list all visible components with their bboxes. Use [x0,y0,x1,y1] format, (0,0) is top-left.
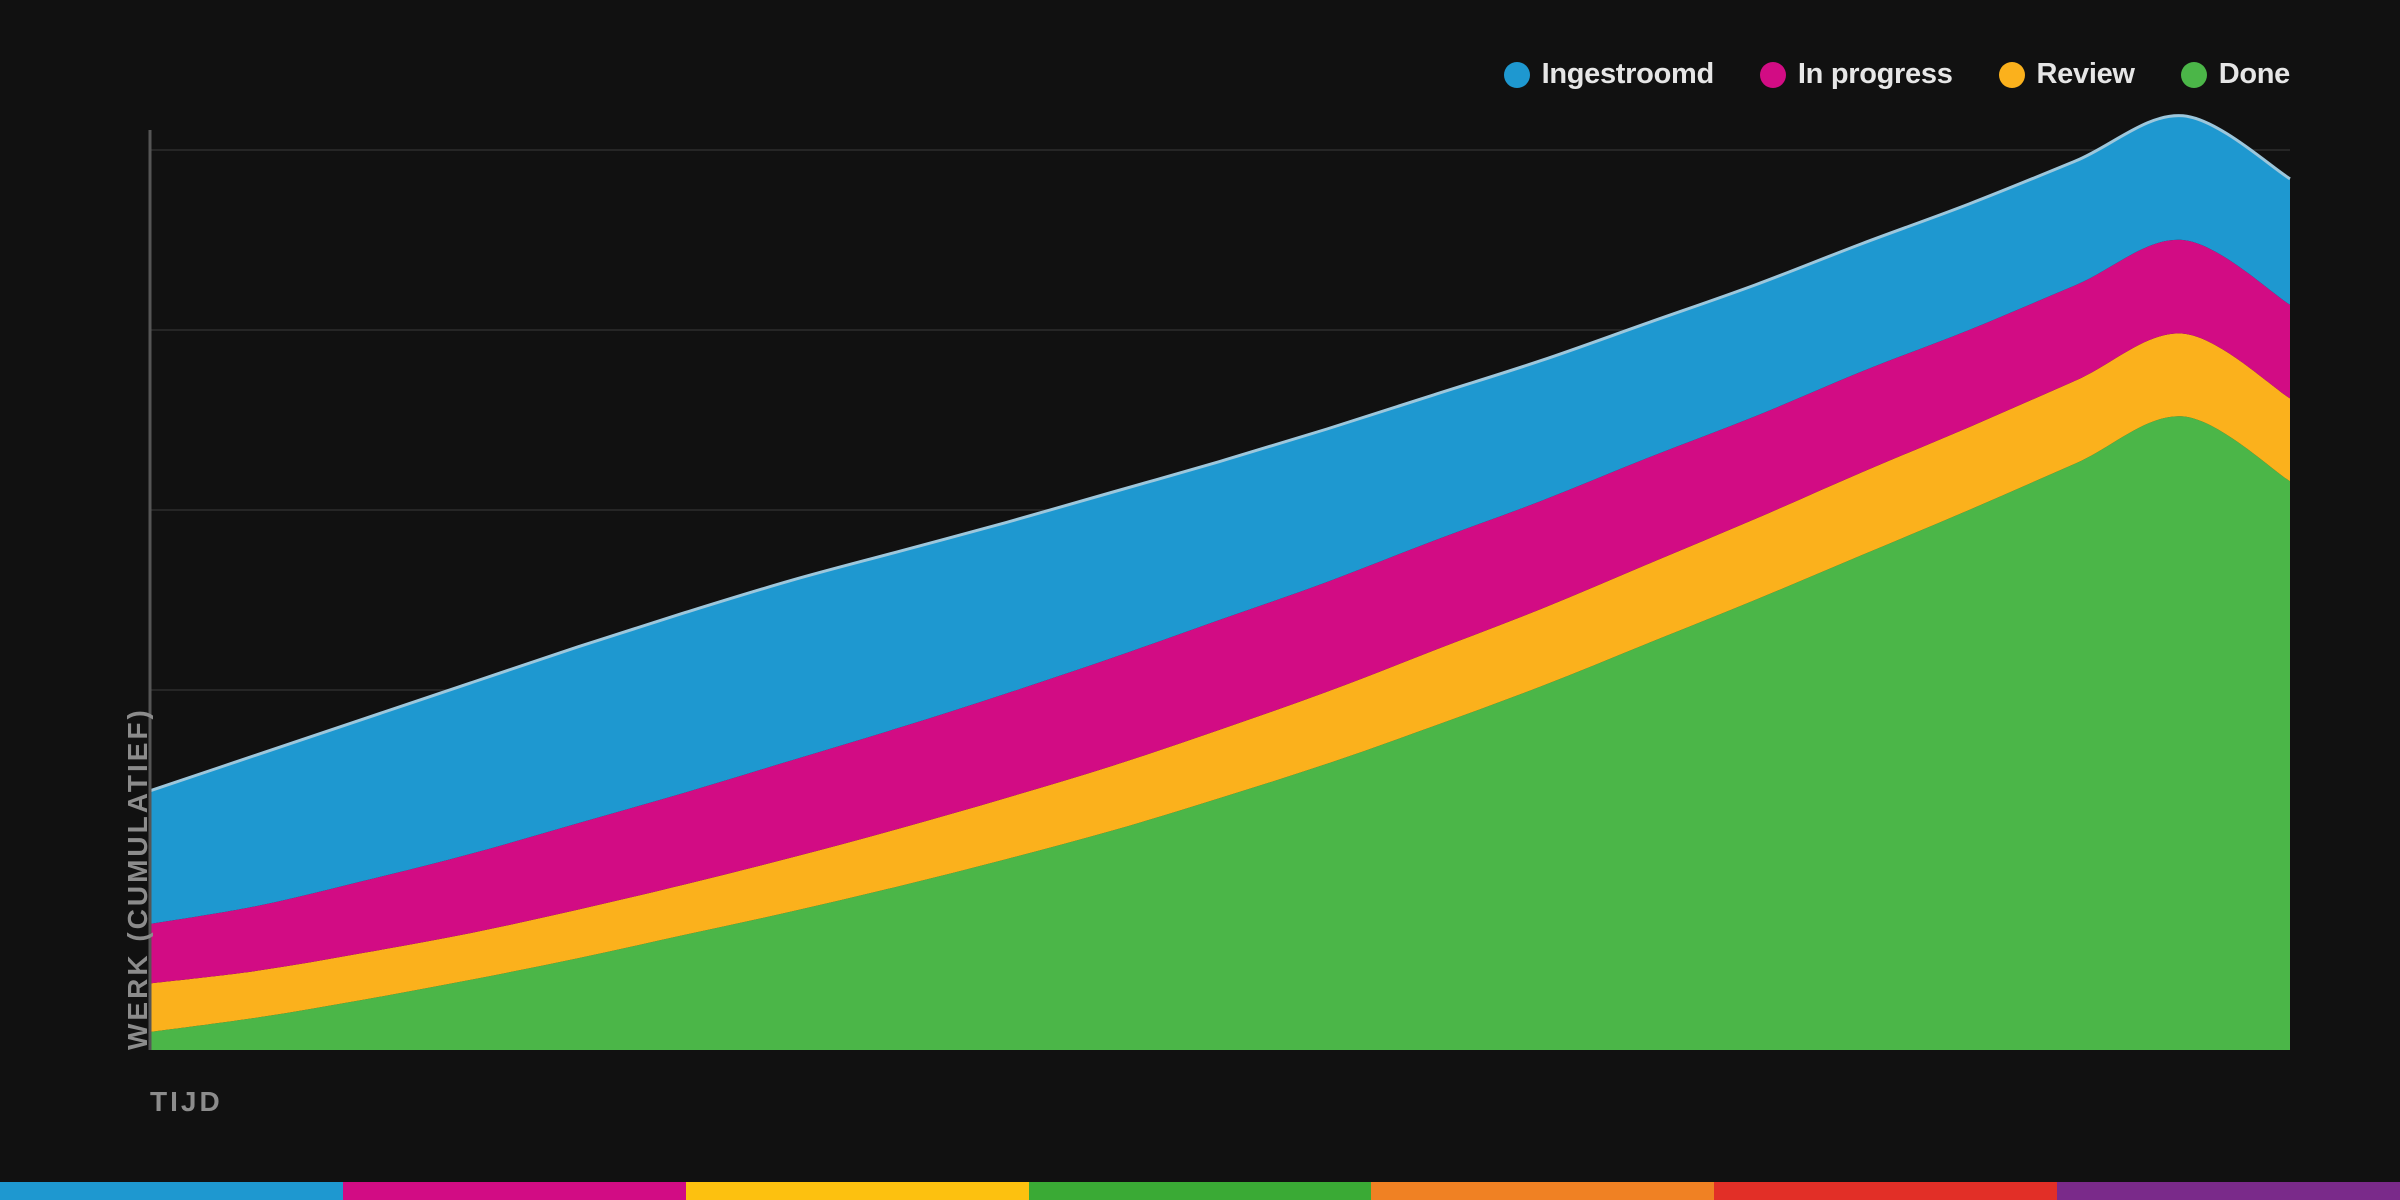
legend-swatch [2180,61,2207,88]
legend-swatch [1503,61,1530,88]
stripe-segment [1028,1182,1372,1200]
legend: Ingestroomd In progress Review Done [1503,58,2291,91]
legend-item-in-progress[interactable]: In progress [1759,58,1953,91]
x-axis-label: TIJD [150,1086,223,1117]
legend-swatch [1759,61,1786,88]
brand-color-stripe [0,1182,2400,1200]
cumulative-flow-chart [148,114,2291,1050]
legend-label: In progress [1797,58,1953,90]
legend-item-ingestroomd[interactable]: Ingestroomd [1503,58,1715,91]
legend-label: Done [2218,58,2291,90]
y-axis-label: WERK (CUMULATIEF) [122,707,153,1050]
legend-label: Review [2036,58,2135,90]
area-series [150,115,2290,1050]
stripe-segment [1714,1182,2058,1200]
stripe-segment [685,1182,1029,1200]
legend-item-done[interactable]: Done [2180,58,2291,91]
stripe-segment [2057,1182,2400,1200]
stripe-segment [1371,1182,1715,1200]
legend-item-review[interactable]: Review [1998,58,2135,91]
legend-label: Ingestroomd [1541,58,1715,90]
stripe-segment [342,1182,686,1200]
stripe-segment [0,1182,343,1200]
legend-swatch [1998,61,2025,88]
